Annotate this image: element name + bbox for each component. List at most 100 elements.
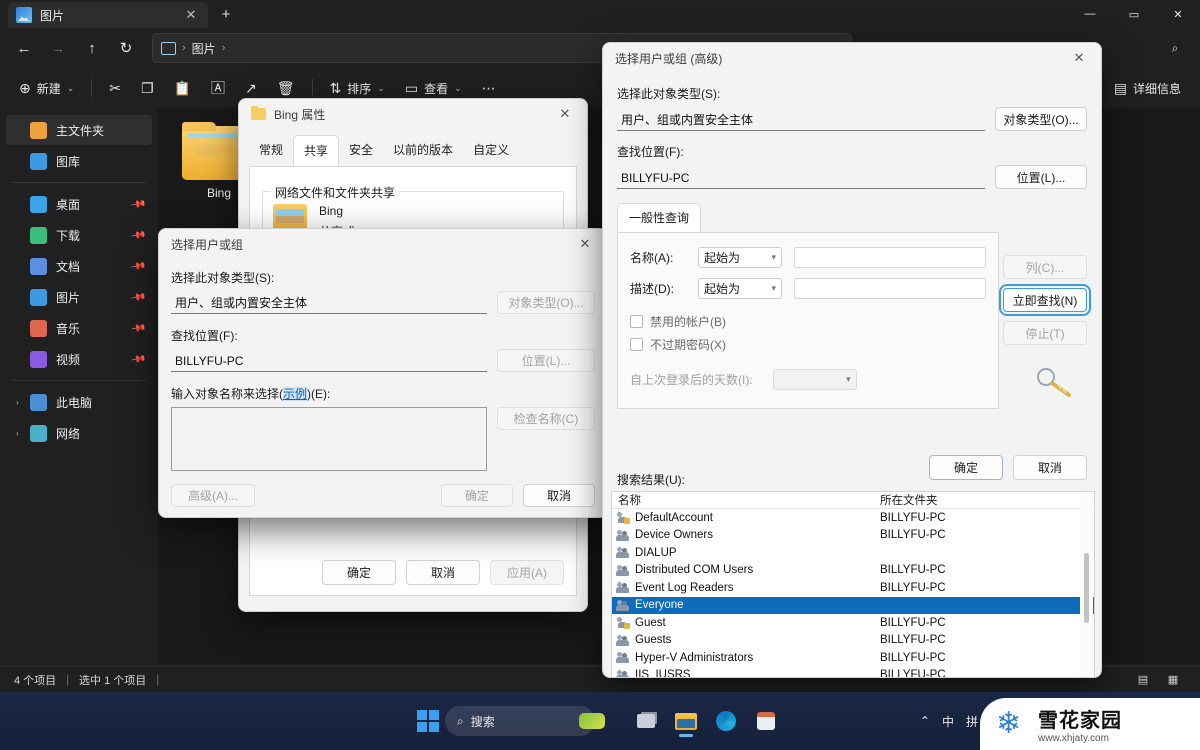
details-pane-button[interactable]: ▤ 详细信息 (1105, 73, 1190, 103)
result-row[interactable]: DIALUP (612, 544, 1094, 562)
tiles-view-icon[interactable]: ▦ (1160, 670, 1186, 690)
sidebar-item-music[interactable]: 音乐📌 (6, 313, 152, 343)
tab-close-icon[interactable]: ✕ (182, 7, 200, 23)
ime-mode[interactable]: 中 (942, 713, 954, 730)
edge-browser-icon[interactable] (709, 704, 743, 738)
windows-logo-icon[interactable] (417, 710, 439, 732)
up-icon[interactable]: ↑ (76, 33, 108, 63)
properties-ok-button[interactable]: 确定 (322, 560, 396, 585)
sidebar-item-videos[interactable]: 视频📌 (6, 344, 152, 374)
new-tab-button[interactable]: + (216, 5, 236, 25)
description-input[interactable] (794, 278, 986, 299)
search-icon[interactable]: ⌕ (1158, 33, 1192, 63)
weather-widget-icon[interactable] (575, 704, 609, 738)
columns-button[interactable]: 列(C)... (1003, 255, 1087, 279)
result-row[interactable]: Everyone (612, 597, 1094, 615)
adv-location-button[interactable]: 位置(L)... (995, 165, 1087, 189)
ime-pinyin[interactable]: 拼 (966, 713, 978, 730)
microsoft-store-icon[interactable] (749, 704, 783, 738)
result-row[interactable]: GuestsBILLYFU-PC (612, 632, 1094, 650)
sidebar-item-home[interactable]: 主文件夹 (6, 115, 152, 145)
properties-tab-安全[interactable]: 安全 (339, 135, 383, 167)
properties-tab-常规[interactable]: 常规 (249, 135, 293, 167)
object-type-button[interactable]: 对象类型(O)... (497, 291, 595, 314)
search-results-list[interactable]: 名称 所在文件夹 DefaultAccountBILLYFU-PCDevice … (611, 491, 1095, 678)
refresh-icon[interactable]: ↻ (110, 33, 142, 63)
check-names-button[interactable]: 检查名称(C) (497, 407, 595, 430)
pin-icon[interactable]: 📌 (130, 351, 147, 367)
result-row[interactable]: DefaultAccountBILLYFU-PC (612, 509, 1094, 527)
result-row[interactable]: Device OwnersBILLYFU-PC (612, 527, 1094, 545)
stop-button[interactable]: 停止(T) (1003, 321, 1087, 345)
tray-expand-icon[interactable]: ⌃ (920, 714, 930, 728)
sidebar-item-documents[interactable]: 文档📌 (6, 251, 152, 281)
result-row[interactable]: Hyper-V AdministratorsBILLYFU-PC (612, 649, 1094, 667)
adv-object-type-button[interactable]: 对象类型(O)... (995, 107, 1087, 131)
properties-tab-共享[interactable]: 共享 (293, 135, 339, 167)
sidebar-item-gallery[interactable]: 图库 (6, 146, 152, 176)
cut-button[interactable]: ✂ (100, 73, 130, 103)
properties-apply-button[interactable]: 应用(A) (490, 560, 564, 585)
name-condition-select[interactable]: 起始为 ▾ (698, 247, 782, 268)
properties-cancel-button[interactable]: 取消 (406, 560, 480, 585)
close-icon[interactable]: ✕ (1061, 44, 1097, 72)
close-icon[interactable]: ✕ (547, 100, 583, 128)
chevron-right-icon[interactable]: › (16, 429, 30, 438)
results-scrollbar[interactable] (1080, 493, 1093, 678)
location-button[interactable]: 位置(L)... (497, 349, 595, 372)
disabled-accounts-row[interactable]: 禁用的帐户(B) (630, 313, 986, 330)
disabled-accounts-checkbox[interactable] (630, 315, 643, 328)
forward-icon[interactable]: → (42, 33, 74, 63)
column-name[interactable]: 名称 (612, 492, 880, 508)
taskbar-search[interactable]: ⌕ 搜索 (445, 706, 595, 736)
task-view-icon[interactable] (629, 704, 663, 738)
copy-button[interactable]: ❐ (132, 73, 163, 103)
sidebar-item-desktop[interactable]: 桌面📌 (6, 189, 152, 219)
navigation-pane: 主文件夹图库桌面📌下载📌文档📌图片📌音乐📌视频📌 ›此电脑›网络 (0, 108, 158, 664)
details-view-icon[interactable]: ▤ (1130, 670, 1156, 690)
sidebar-item-network[interactable]: ›网络 (6, 418, 152, 448)
properties-tab-自定义[interactable]: 自定义 (463, 135, 519, 167)
minimize-button[interactable]: — (1068, 0, 1112, 28)
maximize-button[interactable]: ▭ (1112, 0, 1156, 28)
advanced-button[interactable]: 高级(A)... (171, 484, 255, 507)
advanced-cancel-button[interactable]: 取消 (1013, 455, 1087, 480)
find-now-button[interactable]: 立即查找(N) (1003, 288, 1087, 312)
back-icon[interactable]: ← (8, 33, 40, 63)
pin-icon[interactable]: 📌 (130, 289, 147, 305)
properties-tab-以前的版本[interactable]: 以前的版本 (383, 135, 463, 167)
explorer-tab[interactable]: 图片 ✕ (8, 2, 208, 28)
non-expiring-password-row[interactable]: 不过期密码(X) (630, 336, 986, 353)
result-row[interactable]: Event Log ReadersBILLYFU-PC (612, 579, 1094, 597)
column-folder[interactable]: 所在文件夹 (880, 492, 1094, 508)
close-button[interactable]: ✕ (1156, 0, 1200, 28)
scrollbar-thumb[interactable] (1084, 553, 1089, 623)
pin-icon[interactable]: 📌 (130, 320, 147, 336)
file-explorer-icon[interactable] (669, 704, 703, 738)
paste-button[interactable]: 📋 (165, 73, 200, 103)
pin-icon[interactable]: 📌 (130, 258, 147, 274)
tab-common-queries[interactable]: 一般性查询 (617, 203, 701, 232)
close-icon[interactable]: ✕ (567, 230, 603, 258)
examples-link[interactable]: 示例 (283, 387, 307, 401)
select-ok-button[interactable]: 确定 (441, 484, 513, 507)
sidebar-item-downloads[interactable]: 下载📌 (6, 220, 152, 250)
description-condition-select[interactable]: 起始为 ▾ (698, 278, 782, 299)
result-row[interactable]: Distributed COM UsersBILLYFU-PC (612, 562, 1094, 580)
sidebar-item-pictures[interactable]: 图片📌 (6, 282, 152, 312)
chevron-right-icon[interactable]: › (16, 398, 30, 407)
days-since-login-select[interactable]: ▾ (773, 369, 857, 390)
result-row[interactable]: IIS_IUSRSBILLYFU-PC (612, 667, 1094, 679)
breadcrumb-pictures[interactable]: 图片 (192, 40, 216, 57)
result-row[interactable]: GuestBILLYFU-PC (612, 614, 1094, 632)
rename-button[interactable]: 🄰 (202, 73, 234, 103)
pin-icon[interactable]: 📌 (130, 227, 147, 243)
object-names-input[interactable] (171, 407, 487, 471)
non-expiring-password-checkbox[interactable] (630, 338, 643, 351)
name-input[interactable] (794, 247, 986, 268)
new-button[interactable]: ⊕ 新建 ⌄ (10, 73, 83, 103)
advanced-ok-button[interactable]: 确定 (929, 455, 1003, 480)
select-cancel-button[interactable]: 取消 (523, 484, 595, 507)
sidebar-item-this-pc[interactable]: ›此电脑 (6, 387, 152, 417)
pin-icon[interactable]: 📌 (130, 196, 147, 212)
